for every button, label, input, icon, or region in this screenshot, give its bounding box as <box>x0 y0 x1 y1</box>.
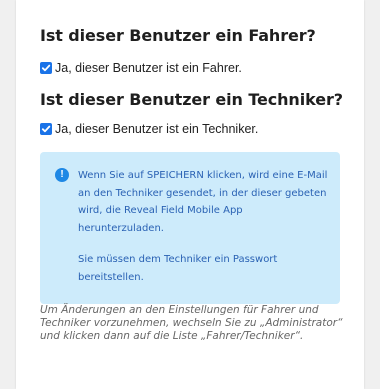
info-password-note: Sie müssen dem Techniker ein Passwort be… <box>78 254 278 283</box>
checkmark-icon <box>41 125 51 133</box>
checkmark-icon <box>41 64 51 72</box>
technician-question-heading: Ist dieser Benutzer ein Techniker? <box>40 90 343 109</box>
user-settings-panel: Ist dieser Benutzer ein Fahrer? Ja, dies… <box>16 0 364 389</box>
technician-checkbox[interactable] <box>40 123 52 135</box>
technician-checkbox-row[interactable]: Ja, dieser Benutzer ist ein Techniker. <box>40 122 258 136</box>
driver-checkbox[interactable] <box>40 62 52 74</box>
settings-footnote: Um Änderungen an den Einstellungen für F… <box>40 304 343 342</box>
info-callout: ! Wenn Sie auf SPEICHERN klicken, wird e… <box>40 152 340 304</box>
info-message: Wenn Sie auf SPEICHERN klicken, wird ein… <box>78 170 328 234</box>
technician-checkbox-label: Ja, dieser Benutzer ist ein Techniker. <box>55 122 259 136</box>
info-icon: ! <box>55 168 69 182</box>
driver-checkbox-row[interactable]: Ja, dieser Benutzer ist ein Fahrer. <box>40 61 242 75</box>
driver-question-heading: Ist dieser Benutzer ein Fahrer? <box>40 26 316 45</box>
driver-checkbox-label: Ja, dieser Benutzer ist ein Fahrer. <box>55 61 242 75</box>
